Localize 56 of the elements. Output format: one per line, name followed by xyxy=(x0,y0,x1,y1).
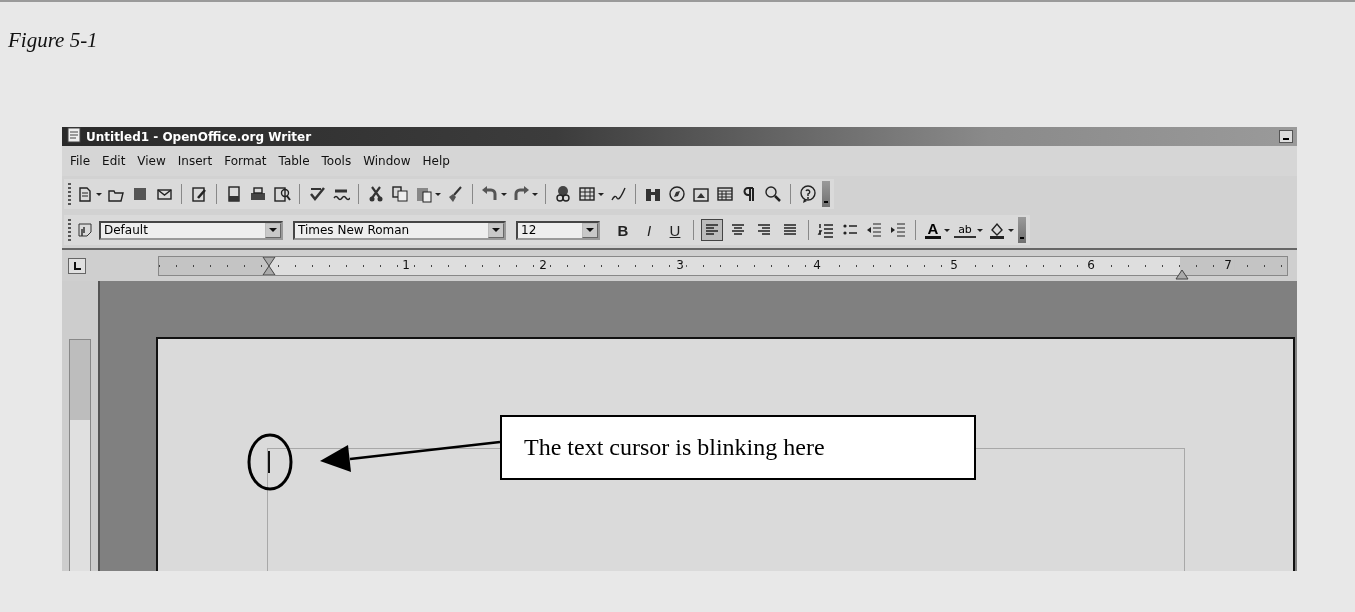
style-dropdown[interactable]: Default xyxy=(99,220,283,240)
menu-item[interactable]: Tools xyxy=(315,154,358,168)
bold-button[interactable]: B xyxy=(612,221,634,239)
menu-item[interactable]: View xyxy=(131,154,172,168)
align-left-button[interactable] xyxy=(701,219,723,241)
caret-icon xyxy=(586,228,594,232)
dropdown-arrow[interactable] xyxy=(1008,228,1014,232)
menu-item[interactable]: Window xyxy=(357,154,417,168)
help-icon[interactable] xyxy=(798,184,818,204)
size-dropdown[interactable]: 12 xyxy=(516,220,600,240)
copy-icon[interactable] xyxy=(390,184,410,204)
menu-item[interactable]: Format xyxy=(218,154,273,168)
dropdown-arrow[interactable] xyxy=(944,228,950,232)
ruler-number: 6 xyxy=(1085,257,1097,272)
ruler-number: 1 xyxy=(400,257,412,272)
data-table-icon[interactable] xyxy=(715,184,735,204)
compass-icon[interactable] xyxy=(667,184,687,204)
edit-document-icon[interactable] xyxy=(189,184,209,204)
caret-icon xyxy=(492,228,500,232)
text-cursor xyxy=(268,451,270,473)
ruler-number: 3 xyxy=(674,257,686,272)
menu-item[interactable]: Table xyxy=(272,154,316,168)
font-color-button[interactable]: A xyxy=(923,221,943,239)
figure-caption: Figure 5-1 xyxy=(8,28,98,53)
font-dropdown[interactable]: Times New Roman xyxy=(293,220,506,240)
menu-item[interactable]: Help xyxy=(416,154,456,168)
minimize-button[interactable] xyxy=(1279,130,1293,143)
menu-item[interactable]: Edit xyxy=(96,154,132,168)
magnifier-page-icon[interactable] xyxy=(272,184,292,204)
dropdown-arrow[interactable] xyxy=(977,228,983,232)
dropdown-arrow[interactable] xyxy=(96,192,102,196)
caret-icon xyxy=(269,228,277,232)
highlight-button[interactable]: ab xyxy=(954,222,976,238)
ruler-number: 7 xyxy=(1222,257,1234,272)
toolbar-overflow-button[interactable] xyxy=(1018,217,1026,243)
ruler-number: 4 xyxy=(811,257,823,272)
tab-stop-icon[interactable] xyxy=(68,257,86,274)
table-icon[interactable] xyxy=(577,184,597,204)
dropdown-arrow[interactable] xyxy=(501,192,507,196)
italic-button[interactable]: I xyxy=(638,221,660,239)
dropdown-button[interactable] xyxy=(582,222,598,238)
underline-button[interactable]: U xyxy=(664,221,686,239)
dropdown-button[interactable] xyxy=(488,222,504,238)
dropdown-arrow[interactable] xyxy=(435,192,441,196)
ruler-number: 5 xyxy=(948,257,960,272)
toolbar-overflow-button[interactable] xyxy=(822,181,830,207)
zoom-icon[interactable] xyxy=(763,184,783,204)
ruler-number: 2 xyxy=(537,257,549,272)
menu-item[interactable]: File xyxy=(64,154,97,168)
dropdown-arrow[interactable] xyxy=(598,192,604,196)
dropdown-arrow[interactable] xyxy=(532,192,538,196)
callout-label: The text cursor is blinking here xyxy=(500,415,976,480)
increase-indent-icon[interactable] xyxy=(888,220,908,240)
menu-item[interactable]: Insert xyxy=(171,154,219,168)
window-title: Untitled1 - OpenOffice.org Writer xyxy=(86,129,312,144)
dropdown-button[interactable] xyxy=(265,222,281,238)
